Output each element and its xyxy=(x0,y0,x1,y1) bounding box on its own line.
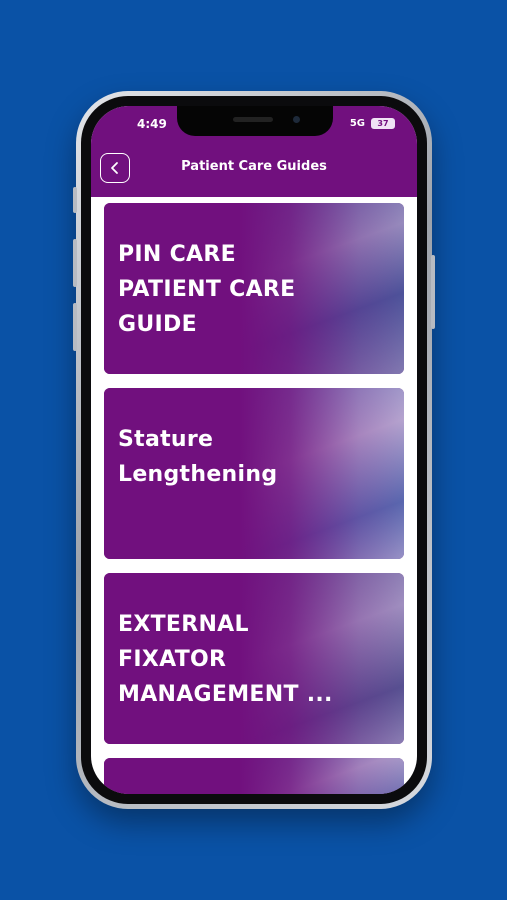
volume-down-button xyxy=(73,303,77,351)
status-bar: 4:49 5G 37 xyxy=(91,106,417,146)
guide-card-partial[interactable] xyxy=(104,758,404,794)
guide-card-pin-care[interactable]: PIN CARE PATIENT CARE GUIDE xyxy=(104,203,404,374)
guide-card-title: Stature Lengthening xyxy=(118,427,278,487)
notch xyxy=(177,106,333,136)
guide-card-stature-lengthening[interactable]: Stature Lengthening xyxy=(104,388,404,559)
guide-card-title: EXTERNAL FIXATOR MANAGEMENT ... xyxy=(118,612,333,707)
guide-card-external-fixator[interactable]: EXTERNAL FIXATOR MANAGEMENT ... xyxy=(104,573,404,744)
battery-level: 37 xyxy=(377,119,389,128)
speaker-grille xyxy=(233,117,273,122)
guide-card-title: PIN CARE PATIENT CARE GUIDE xyxy=(118,242,296,337)
battery-icon: 37 xyxy=(371,118,395,129)
volume-up-button xyxy=(73,239,77,287)
app-bar: Patient Care Guides xyxy=(91,146,417,197)
network-indicator: 5G xyxy=(349,118,365,129)
status-time: 4:49 xyxy=(137,117,167,131)
front-camera xyxy=(293,116,300,123)
guide-list[interactable]: PIN CARE PATIENT CARE GUIDE Stature Leng… xyxy=(104,203,404,794)
mute-switch xyxy=(73,187,77,213)
phone-bezel: 4:49 5G 37 Patient Care Guides PIN CARE … xyxy=(81,96,427,804)
phone-frame: 4:49 5G 37 Patient Care Guides PIN CARE … xyxy=(73,91,435,809)
page-title: Patient Care Guides xyxy=(181,159,327,174)
image-overlay xyxy=(104,758,404,794)
screen: 4:49 5G 37 Patient Care Guides PIN CARE … xyxy=(91,106,417,794)
power-button xyxy=(431,255,435,329)
